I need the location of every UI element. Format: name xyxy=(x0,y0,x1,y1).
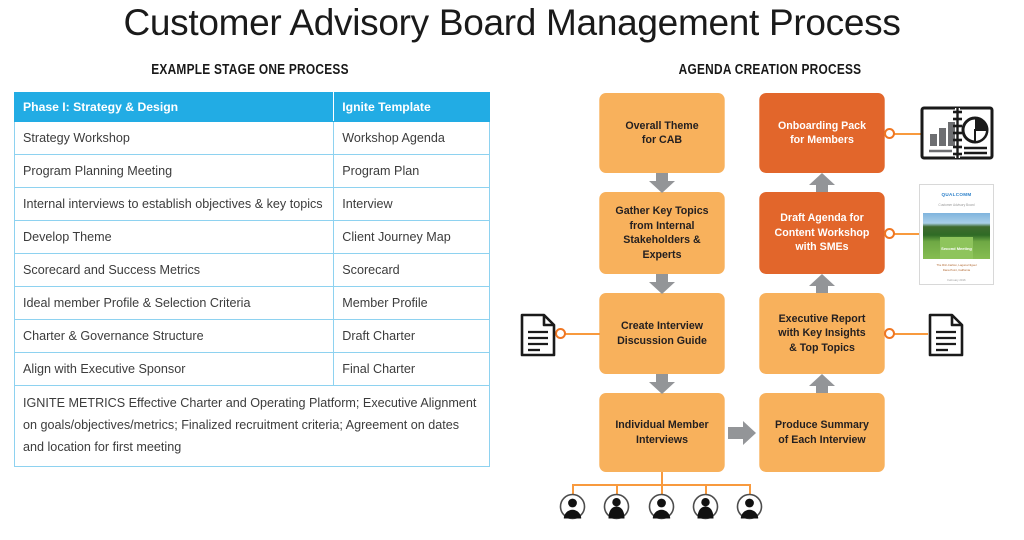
table-header-row: Phase I: Strategy & Design Ignite Templa… xyxy=(13,92,490,122)
arrow-up-icon xyxy=(809,274,835,293)
connector-dot xyxy=(884,328,895,339)
table-row: Strategy Workshop Workshop Agenda xyxy=(13,121,490,155)
table-cell-activity: Charter & Governance Structure xyxy=(13,319,335,353)
table-header-phase: Phase I: Strategy & Design xyxy=(13,92,335,122)
table-row: Internal interviews to establish objecti… xyxy=(13,187,490,221)
table-cell-activity: Program Planning Meeting xyxy=(13,154,335,188)
table-cell-activity: Develop Theme xyxy=(13,220,335,254)
flow-node-overall-theme[interactable]: Overall Theme for CAB xyxy=(599,93,725,173)
doc-footer: The Ritz-Carlton, Laguna Niguel Dana Poin… xyxy=(936,263,977,272)
avatar xyxy=(736,493,763,520)
table-cell-activity: Strategy Workshop xyxy=(13,121,335,155)
flow-node-draft-agenda[interactable]: Draft Agenda for Content Workshop with SME… xyxy=(759,192,885,274)
table-cell-template: Program Plan xyxy=(333,154,490,188)
table-footer-row: IGNITE METRICS Effective Charter and Ope… xyxy=(14,385,490,467)
left-section-title: EXAMPLE STAGE ONE PROCESS xyxy=(151,62,349,78)
connector-line xyxy=(560,333,600,335)
table-cell-template: Workshop Agenda xyxy=(333,121,490,155)
connector-dot xyxy=(884,128,895,139)
table-cell-template: Interview xyxy=(333,187,490,221)
table-cell-template: Final Charter xyxy=(333,352,490,386)
table-cell-template: Member Profile xyxy=(333,286,490,320)
table-row: Ideal member Profile & Selection Criteri… xyxy=(13,286,490,320)
table-cell-activity: Internal interviews to establish objecti… xyxy=(13,187,335,221)
flow-node-gather-key-topics[interactable]: Gather Key Topics from Internal Stakeholde… xyxy=(599,192,725,274)
document-icon xyxy=(518,312,558,358)
flow-node-create-interview[interactable]: Create Interview Discussion Guide xyxy=(599,293,725,374)
table-cell-template: Client Journey Map xyxy=(333,220,490,254)
avatar xyxy=(559,493,586,520)
table-cell-template: Draft Charter xyxy=(333,319,490,353)
doc-caption: Second Meeting xyxy=(941,246,972,251)
doc-date: February 2016 xyxy=(947,278,966,282)
flow-node-produce-summary[interactable]: Produce Summary of Each Interview xyxy=(759,393,885,472)
connector-dot xyxy=(884,228,895,239)
table-footer-note: IGNITE METRICS Effective Charter and Ope… xyxy=(14,385,490,467)
table-row: Program Planning Meeting Program Plan xyxy=(13,154,490,188)
page-title: Customer Advisory Board Management Proce… xyxy=(123,2,901,43)
doc-logo: QUALCOMM xyxy=(941,192,972,197)
table-cell-activity: Scorecard and Success Metrics xyxy=(13,253,335,287)
arrow-up-icon xyxy=(809,173,835,192)
table-cell-activity: Align with Executive Sponsor xyxy=(13,352,335,386)
flow-node-onboarding-pack[interactable]: Onboarding Pack for Members xyxy=(759,93,885,173)
arrow-down-icon xyxy=(649,374,675,394)
table-row: Develop Theme Client Journey Map xyxy=(13,220,490,254)
avatar xyxy=(692,493,719,520)
table-cell-template: Scorecard xyxy=(333,253,490,287)
flow-node-individual-member-interviews[interactable]: Individual Member Interviews xyxy=(599,393,725,472)
doc-cover-photo: Second Meeting xyxy=(923,213,990,259)
presentation-cover-thumbnail: QUALCOMM Customer Advisory Board Second … xyxy=(919,184,994,285)
binder-chart-icon xyxy=(919,104,995,162)
table-header-template: Ignite Template xyxy=(333,92,490,122)
arrow-up-icon xyxy=(809,374,835,393)
avatar xyxy=(603,493,630,520)
stage-one-process-table: Phase I: Strategy & Design Ignite Templa… xyxy=(13,92,490,467)
table-row: Charter & Governance Structure Draft Cha… xyxy=(13,319,490,353)
right-section-title: AGENDA CREATION PROCESS xyxy=(678,62,862,78)
flow-node-executive-report[interactable]: Executive Report with Key Insights & Top T… xyxy=(759,293,885,374)
arrow-down-icon xyxy=(649,274,675,294)
agenda-creation-flowchart: Overall Theme for CAB Gather Key Topics fr… xyxy=(500,85,1024,540)
document-icon xyxy=(926,312,966,358)
table-row: Align with Executive Sponsor Final Chart… xyxy=(13,352,490,386)
arrow-down-icon xyxy=(649,173,675,193)
arrow-right-icon xyxy=(728,421,756,445)
avatar xyxy=(648,493,675,520)
doc-subtitle: Customer Advisory Board xyxy=(938,203,975,207)
table-row: Scorecard and Success Metrics Scorecard xyxy=(13,253,490,287)
table-cell-activity: Ideal member Profile & Selection Criteri… xyxy=(13,286,335,320)
